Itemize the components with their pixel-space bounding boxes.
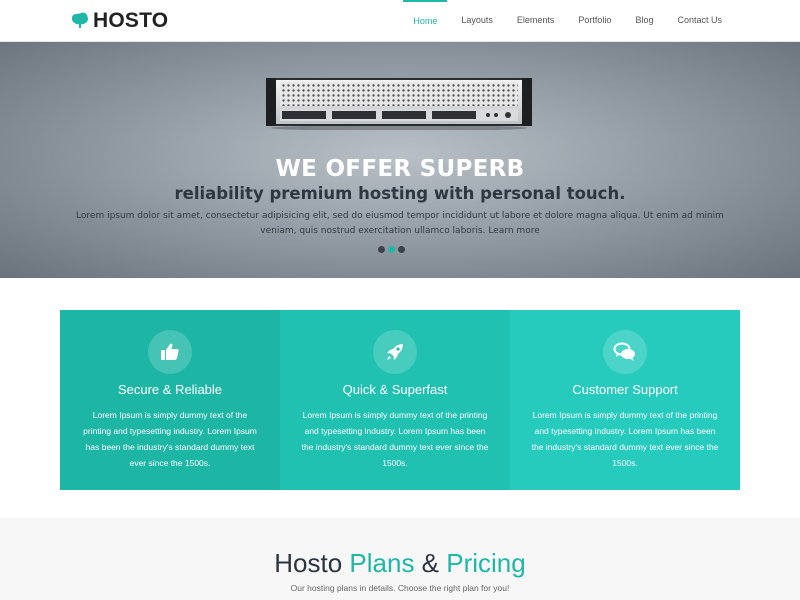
nav-contact-us[interactable]: Contact Us: [667, 0, 732, 42]
pricing-section: Hosto Plans & Pricing Our hosting plans …: [0, 518, 800, 600]
server-image: [266, 78, 532, 130]
feature-text: Lorem Ipsum is simply dummy text of the …: [83, 410, 257, 468]
cloud-tree-icon: [72, 12, 88, 28]
feature-card-secure: Secure & Reliable Lorem Ipsum is simply …: [60, 310, 280, 490]
feature-text: Lorem Ipsum is simply dummy text of the …: [531, 410, 719, 468]
pricing-subtitle: Our hosting plans in details. Choose the…: [290, 583, 510, 593]
slider-dot[interactable]: [378, 246, 385, 253]
logo[interactable]: HOSTO: [70, 9, 168, 33]
feature-card-support: Customer Support Lorem Ipsum is simply d…: [510, 310, 740, 490]
main-nav: Home Layouts Elements Portfolio Blog Con…: [399, 0, 732, 42]
chat-bubbles-icon: [603, 330, 647, 374]
thumbs-up-icon: [148, 330, 192, 374]
features-section: Secure & Reliable Lorem Ipsum is simply …: [60, 310, 740, 490]
feature-title: Customer Support: [572, 382, 678, 397]
nav-blog[interactable]: Blog: [625, 0, 663, 42]
nav-layouts[interactable]: Layouts: [451, 0, 503, 42]
pricing-title-amp: &: [414, 548, 447, 578]
feature-text: Lorem Ipsum is simply dummy text of the …: [301, 410, 489, 468]
hero-text: Lorem ipsum dolor sit amet, consectetur …: [76, 211, 724, 236]
logo-text: HOSTO: [93, 9, 169, 32]
hero-title: WE OFFER SUPERB: [275, 156, 525, 182]
pricing-title-plans: Plans: [349, 548, 415, 578]
pricing-title-brand: Hosto: [274, 548, 350, 578]
pricing-title-pricing: Pricing: [446, 548, 526, 578]
hero-subtitle: reliability premium hosting with persona…: [174, 184, 626, 203]
slider-dot[interactable]: [398, 246, 405, 253]
hero-slider: WE OFFER SUPERB reliability premium host…: [0, 42, 800, 278]
nav-elements[interactable]: Elements: [507, 0, 565, 42]
slider-dot-active[interactable]: [388, 246, 395, 253]
feature-card-quick: Quick & Superfast Lorem Ipsum is simply …: [280, 310, 510, 490]
site-header: HOSTO Home Layouts Elements Portfolio Bl…: [0, 0, 800, 42]
pricing-title: Hosto Plans & Pricing: [0, 548, 800, 579]
feature-title: Secure & Reliable: [117, 382, 223, 397]
rocket-icon: [373, 330, 417, 374]
nav-home[interactable]: Home: [403, 0, 448, 42]
nav-portfolio[interactable]: Portfolio: [568, 0, 621, 42]
feature-title: Quick & Superfast: [342, 382, 448, 397]
slider-dots: [378, 246, 408, 253]
